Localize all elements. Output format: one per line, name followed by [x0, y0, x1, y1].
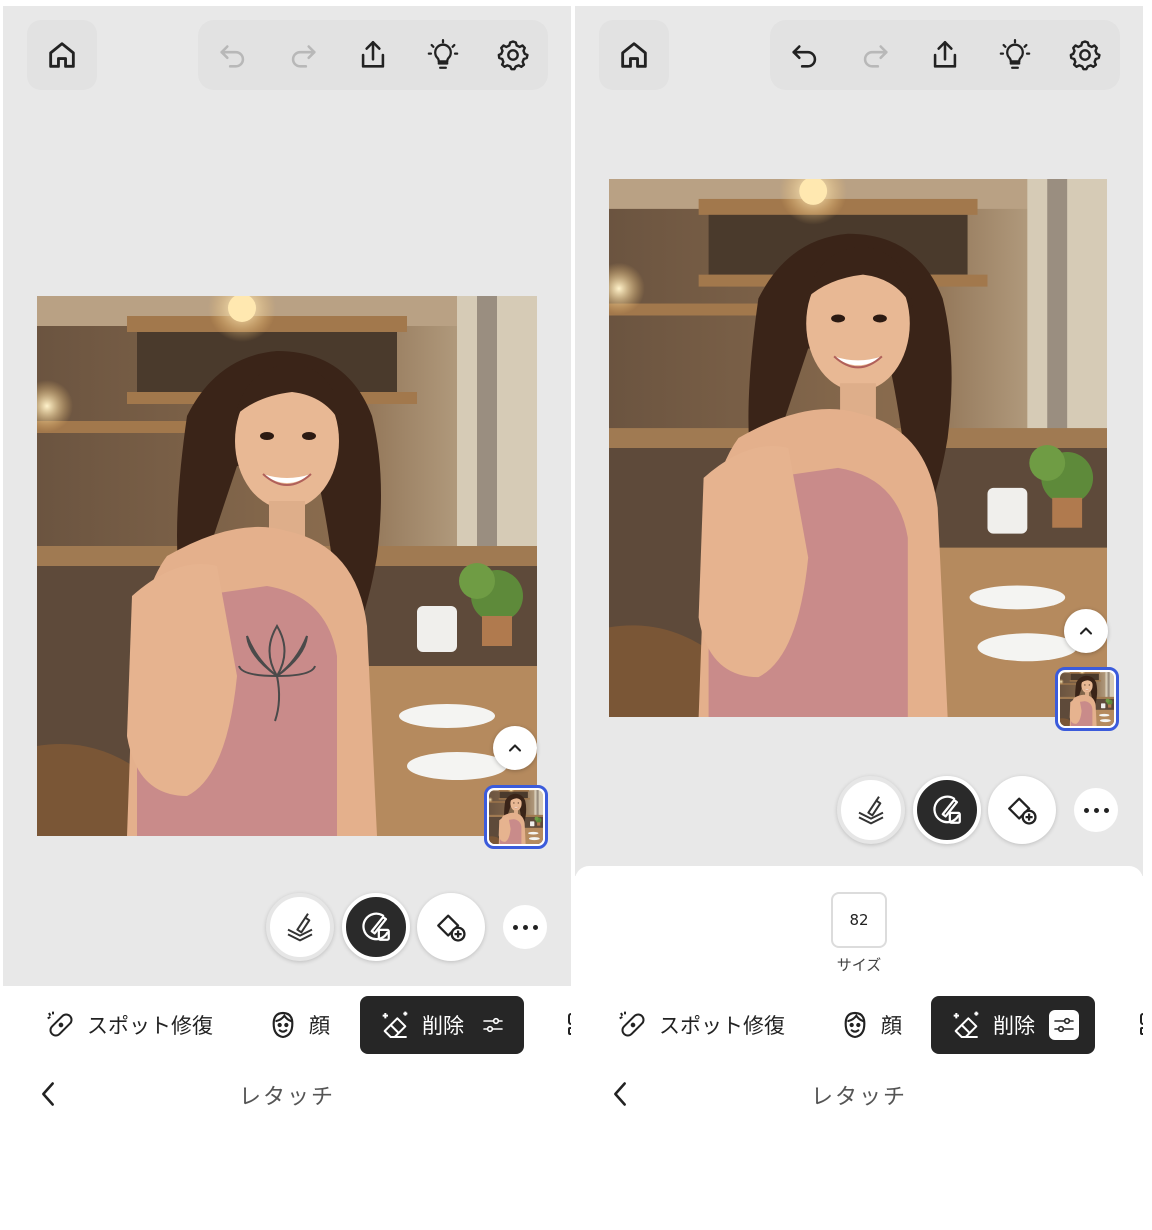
share-button[interactable]: [338, 20, 408, 90]
tab-face-label: 顔: [309, 1014, 330, 1038]
edited-photo[interactable]: [37, 296, 537, 836]
share-icon: [933, 40, 957, 68]
remove-settings-button[interactable]: [478, 1010, 508, 1040]
home-button[interactable]: [599, 20, 669, 90]
share-icon: [361, 40, 385, 68]
brush-size-label: サイズ: [836, 956, 882, 974]
edited-photo[interactable]: [609, 179, 1107, 717]
tab-spot-heal[interactable]: スポット修復: [615, 996, 785, 1054]
photo-thumbnail[interactable]: [484, 785, 548, 849]
face-icon: [272, 1011, 294, 1039]
more-button[interactable]: [1074, 788, 1118, 832]
lightbulb-icon: [999, 38, 1031, 69]
chevron-up-icon: [1079, 627, 1093, 635]
tab-overflow-hint: [1137, 1010, 1143, 1040]
home-button[interactable]: [27, 20, 97, 90]
tab-remove-label: 削除: [422, 1014, 464, 1038]
home-icon: [49, 42, 75, 68]
retouch-tabs: スポット修復 顔 削除: [575, 996, 1143, 1056]
back-button[interactable]: [605, 1077, 635, 1111]
left-screen: スポット修復 顔 削除 レタッチ: [3, 6, 571, 1126]
eraser-sparkle-icon: [382, 1011, 408, 1038]
collapse-button[interactable]: [493, 726, 537, 770]
editor-canvas: [3, 6, 571, 986]
tips-button[interactable]: [408, 20, 478, 90]
retouch-tabs: スポット修復 顔 削除: [3, 996, 571, 1056]
right-screen: 82 サイズ スポット修復 顔 削除 レタッチ: [575, 6, 1143, 1126]
footer-bar: レタッチ: [3, 1069, 571, 1119]
footer-bar: レタッチ: [575, 1069, 1143, 1119]
bandage-icon: [619, 1011, 645, 1037]
collapse-button[interactable]: [1064, 609, 1108, 653]
undo-button[interactable]: [198, 20, 268, 90]
photo-thumbnail[interactable]: [1055, 667, 1119, 731]
settings-button[interactable]: [1050, 20, 1120, 90]
sliders-icon: [1054, 1017, 1074, 1033]
more-button[interactable]: [503, 905, 547, 949]
share-button[interactable]: [910, 20, 980, 90]
redo-icon: [863, 45, 888, 68]
eraser-sparkle-icon: [953, 1011, 979, 1038]
tab-remove-label: 削除: [993, 1014, 1035, 1038]
tattoo-mark: [238, 624, 316, 722]
lightbulb-icon: [427, 38, 459, 69]
redo-button[interactable]: [268, 20, 338, 90]
chevron-left-icon: [42, 1082, 54, 1106]
sliders-icon: [483, 1017, 503, 1033]
chevron-up-icon: [508, 744, 522, 752]
tab-spot-heal-label: スポット修復: [87, 1014, 213, 1038]
brush-size-value[interactable]: 82: [831, 892, 887, 948]
layers-brush-icon: [858, 796, 884, 825]
tab-spot-heal[interactable]: スポット修復: [43, 996, 213, 1054]
tab-face[interactable]: 顔: [837, 996, 902, 1054]
more-icon: [510, 924, 540, 930]
page-title: レタッチ: [238, 1085, 335, 1110]
shape-add-button[interactable]: [988, 776, 1056, 844]
undo-icon: [792, 45, 817, 68]
more-icon: [1081, 807, 1111, 813]
redo-button[interactable]: [840, 20, 910, 90]
home-icon: [621, 42, 647, 68]
settings-button[interactable]: [478, 20, 548, 90]
layers-brush-icon: [287, 913, 313, 942]
tab-remove[interactable]: 削除: [360, 996, 524, 1054]
layers-brush-button[interactable]: [837, 776, 905, 844]
shape-add-icon: [1008, 797, 1037, 825]
editor-canvas: [575, 6, 1143, 876]
shape-add-button[interactable]: [417, 893, 485, 961]
brush-eraser-icon: [933, 795, 961, 824]
tab-spot-heal-label: スポット修復: [659, 1014, 785, 1038]
bandage-icon: [47, 1011, 73, 1037]
remove-settings-button[interactable]: [1049, 1010, 1079, 1040]
undo-icon: [220, 45, 245, 68]
tab-remove[interactable]: 削除: [931, 996, 1095, 1054]
tab-face-label: 顔: [881, 1014, 902, 1038]
undo-button[interactable]: [770, 20, 840, 90]
page-title: レタッチ: [810, 1085, 907, 1110]
size-sheet: 82 サイズ: [575, 866, 1143, 996]
face-icon: [844, 1011, 866, 1039]
gear-icon: [497, 40, 529, 71]
chevron-left-icon: [614, 1082, 626, 1106]
tips-button[interactable]: [980, 20, 1050, 90]
redo-icon: [291, 45, 316, 68]
layers-brush-button[interactable]: [266, 893, 334, 961]
tab-face[interactable]: 顔: [265, 996, 330, 1054]
back-button[interactable]: [33, 1077, 63, 1111]
brush-eraser-button[interactable]: [342, 893, 410, 961]
shape-add-icon: [437, 914, 466, 942]
tab-overflow-hint: [565, 1010, 571, 1040]
brush-eraser-button[interactable]: [913, 776, 981, 844]
gear-icon: [1069, 40, 1101, 71]
brush-eraser-icon: [362, 912, 390, 941]
